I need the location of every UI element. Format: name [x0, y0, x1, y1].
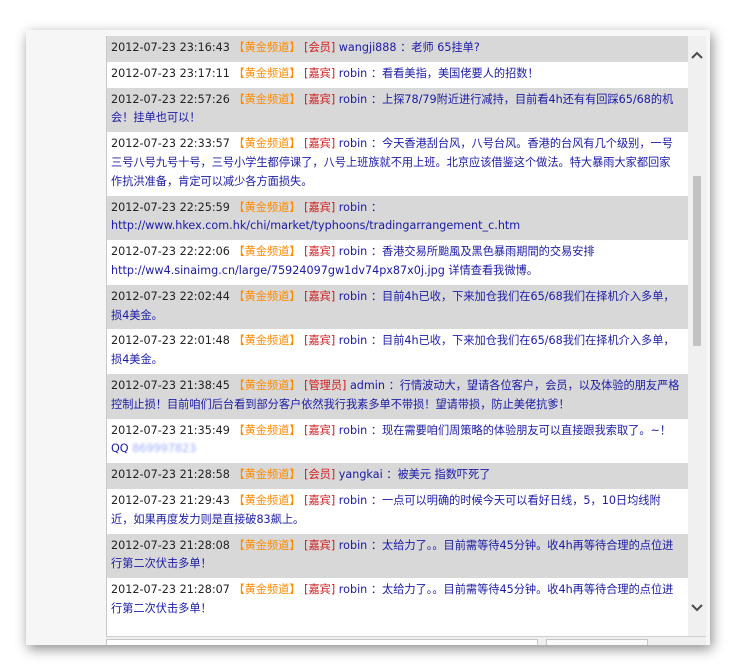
- channel-tag: 【黄金频道】: [233, 378, 301, 392]
- message-timestamp: 2012-07-23 22:02:44: [111, 289, 230, 303]
- channel-tag: 【黄金频道】: [233, 92, 301, 106]
- left-gutter: [26, 30, 106, 645]
- role-badge: [管理员]: [304, 378, 347, 392]
- message-timestamp: 2012-07-23 21:38:45: [111, 378, 230, 392]
- role-badge: [嘉宾]: [304, 538, 336, 552]
- username[interactable]: yangkai: [339, 468, 383, 481]
- vertical-scrollbar[interactable]: [688, 36, 706, 636]
- channel-tag: 【黄金频道】: [233, 583, 301, 597]
- username[interactable]: robin: [339, 290, 368, 303]
- username[interactable]: robin: [339, 494, 368, 507]
- role-badge: [嘉宾]: [304, 137, 336, 151]
- send-button[interactable]: [546, 639, 648, 645]
- message-text: ：看看美指，美国佬要人的招数！: [370, 66, 539, 80]
- channel-tag: 【黄金频道】: [233, 137, 301, 151]
- message-row: 2012-07-23 21:29:43 【黄金频道】 [嘉宾] robin ：一…: [107, 489, 689, 534]
- username[interactable]: robin: [339, 93, 368, 106]
- chat-window: 2012-07-23 23:16:43 【黄金频道】 [会员] wangji88…: [26, 30, 710, 645]
- channel-tag: 【黄金频道】: [233, 423, 301, 437]
- message-text: ：被美元 指数吓死了: [386, 468, 491, 482]
- redacted-qq-number: 869997823: [132, 442, 197, 456]
- message-timestamp: 2012-07-23 21:28:07: [111, 583, 230, 597]
- message-timestamp: 2012-07-23 21:28:58: [111, 468, 230, 482]
- scroll-track[interactable]: [693, 68, 701, 596]
- scroll-down-icon[interactable]: [688, 599, 706, 617]
- message-row: 2012-07-23 23:16:43 【黄金频道】 [会员] wangji88…: [107, 36, 689, 62]
- message-row: 2012-07-23 22:22:06 【黄金频道】 [嘉宾] robin ：香…: [107, 240, 689, 285]
- channel-tag: 【黄金频道】: [233, 41, 301, 54]
- channel-tag: 【黄金频道】: [233, 200, 301, 214]
- message-timestamp: 2012-07-23 21:29:43: [111, 493, 230, 507]
- message-timestamp: 2012-07-23 22:25:59: [111, 200, 230, 214]
- username[interactable]: robin: [339, 245, 368, 258]
- role-badge: [嘉宾]: [304, 334, 336, 348]
- scroll-thumb[interactable]: [693, 176, 701, 346]
- message-timestamp: 2012-07-23 23:16:43: [111, 41, 230, 54]
- message-timestamp: 2012-07-23 21:28:08: [111, 538, 230, 552]
- username[interactable]: wangji888: [339, 41, 397, 54]
- channel-tag: 【黄金频道】: [233, 289, 301, 303]
- message-input[interactable]: [106, 639, 538, 645]
- role-badge: [嘉宾]: [304, 423, 336, 437]
- role-badge: [嘉宾]: [304, 289, 336, 303]
- message-timestamp: 2012-07-23 22:22:06: [111, 245, 230, 259]
- message-row: 2012-07-23 21:38:45 【黄金频道】 [管理员] admin ：…: [107, 373, 689, 419]
- message-row: 2012-07-23 22:57:26 【黄金频道】 [嘉宾] robin ：上…: [107, 87, 689, 133]
- role-badge: [嘉宾]: [304, 583, 336, 597]
- message-timestamp: 2012-07-23 23:17:11: [111, 66, 230, 80]
- username[interactable]: robin: [339, 137, 368, 150]
- channel-tag: 【黄金频道】: [233, 245, 301, 259]
- message-text: ：老师 65挂单?: [400, 41, 480, 54]
- message-row: 2012-07-23 23:17:11 【黄金频道】 [嘉宾] robin ：看…: [107, 62, 689, 88]
- message-row: 2012-07-23 22:01:48 【黄金频道】 [嘉宾] robin ：目…: [107, 329, 689, 374]
- channel-tag: 【黄金频道】: [233, 493, 301, 507]
- message-row: 2012-07-23 21:28:58 【黄金频道】 [会员] yangkai …: [107, 463, 689, 489]
- channel-tag: 【黄金频道】: [233, 66, 301, 80]
- message-timestamp: 2012-07-23 22:33:57: [111, 137, 230, 151]
- role-badge: [会员]: [304, 468, 336, 482]
- username[interactable]: admin: [350, 379, 385, 392]
- message-timestamp: 2012-07-23 22:57:26: [111, 92, 230, 106]
- input-area: [106, 636, 706, 645]
- username[interactable]: robin: [339, 334, 368, 347]
- username[interactable]: robin: [339, 583, 368, 596]
- message-link[interactable]: http://www.hkex.com.hk/chi/market/typhoo…: [111, 217, 681, 236]
- message-row: 2012-07-23 22:25:59 【黄金频道】 [嘉宾] robin ： h…: [107, 195, 689, 241]
- message-row: 2012-07-23 22:33:57 【黄金频道】 [嘉宾] robin ：今…: [107, 132, 689, 195]
- channel-tag: 【黄金频道】: [233, 468, 301, 482]
- username[interactable]: robin: [339, 201, 368, 214]
- message-text: ：香港交易所颱風及黑色暴雨期間的交易安排: [370, 245, 595, 259]
- message-pane: 2012-07-23 23:16:43 【黄金频道】 [会员] wangji88…: [106, 36, 689, 636]
- message-link[interactable]: http://ww4.sinaimg.cn/large/75924097gw1d…: [111, 262, 681, 281]
- message-row: 2012-07-23 21:28:08 【黄金频道】 [嘉宾] robin ：太…: [107, 533, 689, 579]
- message-text: ：: [370, 200, 383, 214]
- role-badge: [嘉宾]: [304, 493, 336, 507]
- message-list: 2012-07-23 23:16:43 【黄金频道】 [会员] wangji88…: [107, 36, 689, 623]
- role-badge: [嘉宾]: [304, 66, 336, 80]
- role-badge: [嘉宾]: [304, 92, 336, 106]
- channel-tag: 【黄金频道】: [233, 334, 301, 348]
- role-badge: [嘉宾]: [304, 200, 336, 214]
- role-badge: [嘉宾]: [304, 245, 336, 259]
- message-row: 2012-07-23 21:35:49 【黄金频道】 [嘉宾] robin ：现…: [107, 419, 689, 464]
- role-badge: [会员]: [304, 41, 336, 54]
- channel-tag: 【黄金频道】: [233, 538, 301, 552]
- message-row: 2012-07-23 22:02:44 【黄金频道】 [嘉宾] robin ：目…: [107, 284, 689, 330]
- username[interactable]: robin: [339, 424, 368, 437]
- username[interactable]: robin: [339, 67, 368, 80]
- scroll-up-icon[interactable]: [688, 46, 706, 64]
- message-timestamp: 2012-07-23 21:35:49: [111, 423, 230, 437]
- message-timestamp: 2012-07-23 22:01:48: [111, 334, 230, 348]
- message-row: 2012-07-23 21:28:07 【黄金频道】 [嘉宾] robin ：太…: [107, 578, 689, 623]
- username[interactable]: robin: [339, 539, 368, 552]
